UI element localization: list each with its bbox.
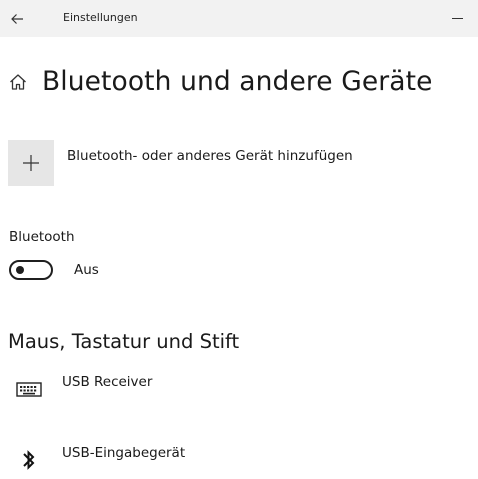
device-item-usb-eingabegeraet[interactable]: USB-Eingabegerät: [12, 445, 185, 475]
section-heading: Maus, Tastatur und Stift: [8, 330, 240, 353]
bluetooth-toggle[interactable]: [9, 260, 53, 280]
bluetooth-icon: [12, 445, 46, 475]
bluetooth-toggle-row: Aus: [9, 260, 99, 280]
home-icon: [10, 73, 26, 90]
back-button[interactable]: [0, 0, 34, 37]
back-arrow-icon: [11, 13, 23, 24]
device-name: USB Receiver: [62, 374, 153, 390]
plus-icon: [23, 155, 39, 171]
device-item-usb-receiver[interactable]: USB Receiver: [12, 374, 152, 404]
bluetooth-label: Bluetooth: [9, 229, 75, 245]
keyboard-icon: [12, 374, 46, 404]
minimize-button[interactable]: [432, 0, 478, 37]
add-device-label: Bluetooth- oder anderes Gerät hinzufügen: [67, 148, 353, 164]
minimize-icon: [451, 18, 463, 19]
window-title: Einstellungen: [63, 11, 138, 24]
device-name: USB-Eingabegerät: [62, 445, 186, 461]
bluetooth-toggle-state: Aus: [74, 262, 99, 278]
add-device-tile[interactable]: [8, 140, 54, 186]
page-header: Bluetooth und andere Geräte: [8, 66, 432, 97]
page-title: Bluetooth und andere Geräte: [42, 66, 433, 97]
add-device-button[interactable]: Bluetooth- oder anderes Gerät hinzufügen: [8, 140, 353, 186]
title-bar: Einstellungen: [0, 0, 478, 37]
toggle-knob: [16, 266, 24, 274]
